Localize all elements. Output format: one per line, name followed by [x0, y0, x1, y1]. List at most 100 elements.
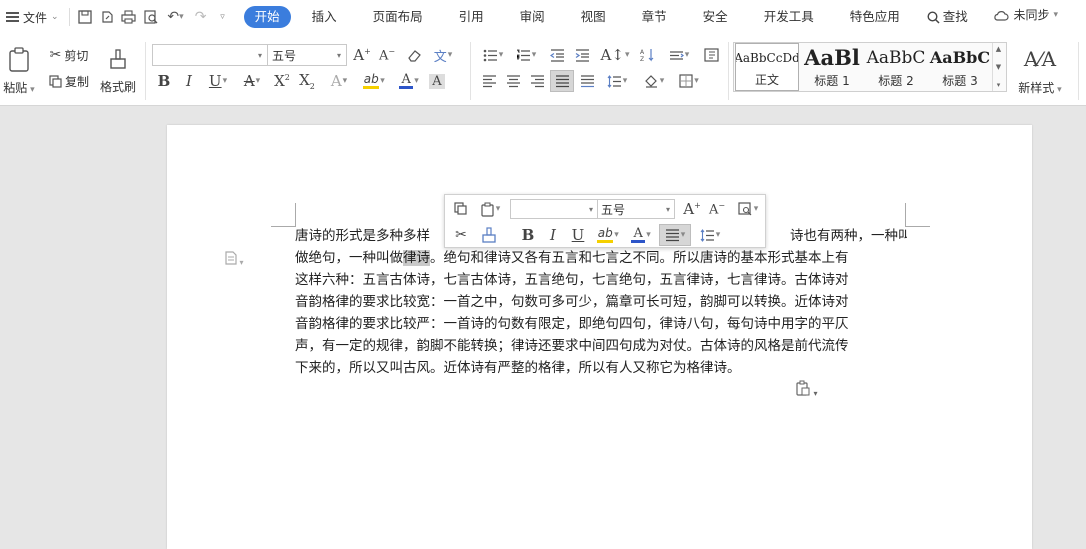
selected-text: 律诗: [403, 250, 430, 266]
text-direction-icon: A↕: [600, 46, 624, 64]
align-button[interactable]: ▾: [659, 224, 691, 246]
phonetic-guide-button[interactable]: 文 ▾: [428, 44, 458, 66]
clear-formatting-button[interactable]: [403, 44, 425, 66]
paste-button[interactable]: 粘贴 ▾: [2, 42, 36, 100]
text-direction-button[interactable]: A↕ ▾: [600, 44, 630, 66]
export-button[interactable]: [96, 5, 118, 29]
style-heading-2[interactable]: AaBbC 标题 2: [864, 43, 928, 91]
tab-view[interactable]: 视图: [570, 6, 617, 28]
highlight-color-button[interactable]: ab ▾: [358, 70, 390, 92]
bullet-list-button[interactable]: ▾: [478, 44, 508, 66]
copy-button[interactable]: [449, 198, 473, 220]
highlight-icon: ab: [597, 227, 614, 243]
underline-button[interactable]: U: [567, 224, 589, 246]
line-spacing-button[interactable]: ▾: [695, 224, 725, 246]
shading-button[interactable]: ▾: [638, 70, 670, 92]
align-left-button[interactable]: [478, 70, 500, 92]
bold-button[interactable]: B: [517, 224, 539, 246]
chevron-down-icon: ▾: [694, 76, 699, 86]
copy-button[interactable]: 复制: [44, 70, 94, 92]
align-center-button[interactable]: [502, 70, 524, 92]
tab-security[interactable]: 安全: [692, 6, 739, 28]
paste-options-button[interactable]: ▾: [795, 380, 818, 400]
chevron-down-icon: ▾: [614, 230, 619, 240]
line-spacing-options-button[interactable]: ▾: [664, 44, 694, 66]
sync-status-button[interactable]: 未同步 ▾: [993, 6, 1058, 23]
tab-review[interactable]: 审阅: [509, 6, 556, 28]
show-hide-marks-button[interactable]: [700, 44, 722, 66]
text-effect-button[interactable]: A ▾: [324, 70, 354, 92]
bold-button[interactable]: B: [153, 70, 175, 92]
new-style-button[interactable]: A⁄A 新样式 ▾: [1012, 42, 1068, 100]
align-right-button[interactable]: [526, 70, 548, 92]
style-normal[interactable]: AaBbCcDd 正文: [735, 43, 799, 91]
tab-special-apps[interactable]: 特色应用: [839, 6, 911, 28]
sort-button[interactable]: AZ: [636, 44, 658, 66]
style-sample: AaBbCcDd: [735, 51, 799, 65]
chevron-down-icon: ▾: [624, 50, 630, 60]
style-name: 标题 3: [942, 74, 978, 88]
document-body[interactable]: 唐诗的形式是多种多样 诗也有两种，一种叫 做绝句，一种叫做律诗。绝句和律诗又各有五…: [295, 225, 907, 379]
chevron-down-icon: ▾: [498, 50, 504, 60]
font-size-select[interactable]: 五号 ▾: [597, 199, 675, 219]
print-preview-icon: [143, 10, 158, 24]
font-color-button[interactable]: A ▾: [627, 224, 655, 246]
cut-button[interactable]: ✂: [449, 224, 473, 246]
font-color-button[interactable]: A ▾: [394, 70, 424, 92]
document-page[interactable]: ▾ 唐诗的形式是多种多样 诗也有两种，一种叫 做绝句，一种叫做律诗。绝句和律诗又各…: [167, 125, 1032, 549]
undo-button[interactable]: ↶ ▾: [162, 5, 190, 29]
tab-developer[interactable]: 开发工具: [753, 6, 825, 28]
font-name-select[interactable]: ▾: [510, 199, 598, 219]
clipboard-icon: [481, 202, 494, 217]
chevron-down-icon: ▾: [646, 230, 651, 240]
tab-section[interactable]: 章节: [631, 6, 678, 28]
decrease-font-size-button[interactable]: A−: [376, 44, 398, 66]
highlight-color-button[interactable]: ab ▾: [593, 224, 623, 246]
italic-button[interactable]: I: [542, 224, 564, 246]
increase-font-size-button[interactable]: A+: [681, 198, 703, 220]
tab-page-layout[interactable]: 页面布局: [362, 6, 434, 28]
increase-indent-button[interactable]: [571, 44, 593, 66]
paragraph-spacing-icon: [669, 50, 684, 60]
tab-home[interactable]: 开始: [243, 6, 291, 28]
character-shading-button[interactable]: A: [426, 70, 448, 92]
paste-button[interactable]: ▾: [475, 198, 505, 220]
distributed-align-button[interactable]: [576, 70, 598, 92]
expand-icon: ▾: [996, 81, 1001, 89]
style-heading-1[interactable]: AaBl 标题 1: [800, 43, 864, 91]
italic-button[interactable]: I: [178, 70, 200, 92]
customize-quick-access-button[interactable]: ▿: [212, 5, 234, 29]
subscript-button[interactable]: X2: [296, 70, 318, 92]
new-style-icon: A⁄A: [1023, 46, 1057, 71]
justify-button[interactable]: [550, 70, 574, 92]
search-button[interactable]: 查找: [925, 6, 970, 28]
redo-button[interactable]: ↷: [190, 5, 212, 29]
file-menu[interactable]: 文件 ⌄: [0, 5, 65, 29]
decrease-font-size-button[interactable]: A−: [706, 198, 728, 220]
print-preview-button[interactable]: [140, 5, 162, 29]
format-painter-button[interactable]: 格式刷: [98, 42, 138, 100]
increase-font-size-button[interactable]: A+: [351, 44, 373, 66]
superscript-button[interactable]: X2: [271, 70, 293, 92]
chevron-down-icon: ▾: [715, 230, 721, 240]
strikethrough-button[interactable]: A ▾: [237, 70, 267, 92]
tab-references[interactable]: 引用: [448, 6, 495, 28]
save-button[interactable]: [74, 5, 96, 29]
borders-button[interactable]: ▾: [674, 70, 704, 92]
styles-scrollbar[interactable]: ▲ ▼ ▾: [992, 43, 1004, 91]
cut-button[interactable]: ✂ 剪切: [44, 44, 94, 66]
line-spacing-button[interactable]: ▾: [602, 70, 632, 92]
decrease-indent-button[interactable]: [546, 44, 568, 66]
print-button[interactable]: [118, 5, 140, 29]
chevron-down-icon: ▾: [665, 204, 670, 214]
paragraph-layout-handle[interactable]: ▾: [225, 251, 244, 268]
tab-insert[interactable]: 插入: [301, 6, 348, 28]
ribbon-home: 粘贴 ▾ ✂ 剪切 复制 格式刷 ▾ 五号 ▾ A+ A− 文 ▾ B I U ▾ A…: [0, 34, 1086, 106]
font-size-select[interactable]: 五号 ▾: [267, 44, 347, 66]
font-name-select[interactable]: ▾: [152, 44, 268, 66]
find-replace-button[interactable]: ▾: [733, 198, 763, 220]
numbered-list-button[interactable]: ▾: [511, 44, 541, 66]
format-painter-button[interactable]: [477, 224, 501, 246]
underline-button[interactable]: U ▾: [203, 70, 233, 92]
style-heading-3[interactable]: AaBbC 标题 3: [928, 43, 992, 91]
